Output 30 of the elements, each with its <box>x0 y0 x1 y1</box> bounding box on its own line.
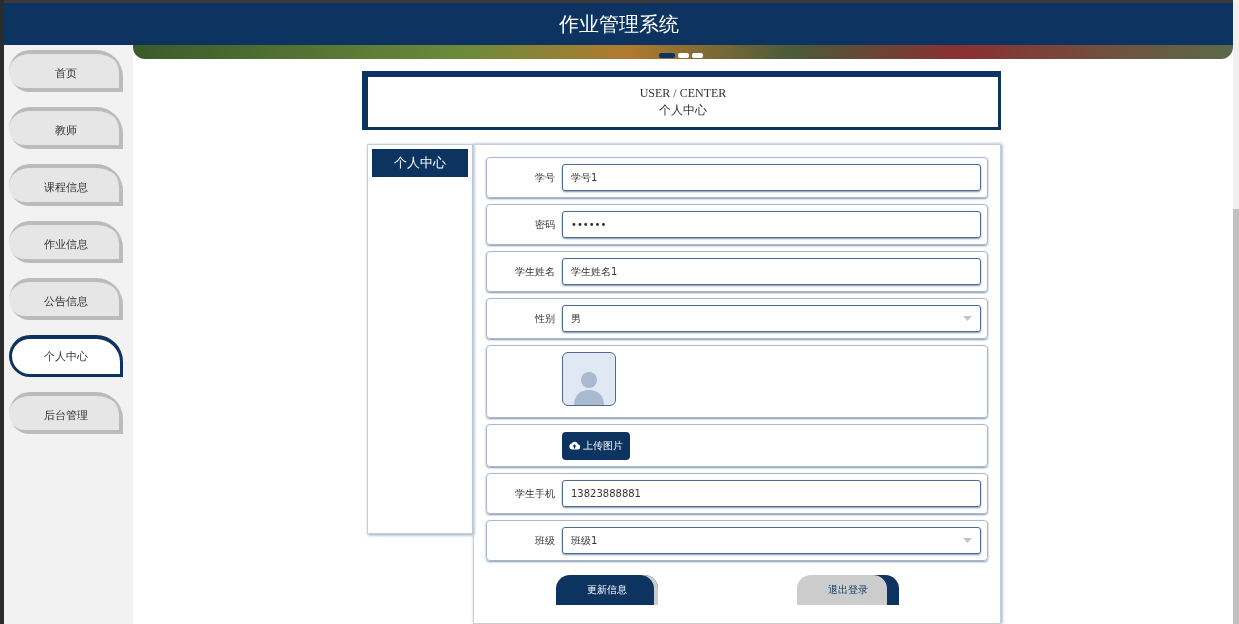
field-label: 学号 <box>534 170 555 185</box>
select-field[interactable]: 班级1 <box>562 527 981 554</box>
sidebar-item[interactable]: 个人中心 <box>9 335 123 377</box>
select-field[interactable]: 男 <box>562 305 981 332</box>
upload-button[interactable]: 上传图片 <box>562 431 630 460</box>
page-title-english: USER / CENTER <box>639 85 727 102</box>
avatar-photo-placeholder <box>562 352 616 406</box>
input-field[interactable]: 学号1 <box>562 164 981 191</box>
cloud-upload-icon <box>569 441 580 450</box>
action-button[interactable]: 退出登录 <box>796 575 899 605</box>
field-label: 学生姓名 <box>514 264 555 279</box>
caret-icon <box>963 538 972 543</box>
sidebar-item[interactable]: 后台管理 <box>9 392 123 434</box>
page-title-chinese: 个人中心 <box>659 102 707 119</box>
action-button[interactable]: 更新信息 <box>555 575 658 605</box>
site-title: 作业管理系统 <box>558 10 679 38</box>
input-field[interactable]: 学生姓名1 <box>562 258 981 285</box>
tab[interactable]: 个人中心 <box>372 149 468 177</box>
input-field[interactable]: •••••• <box>562 211 981 238</box>
sidebar-item[interactable]: 公告信息 <box>9 278 123 320</box>
field-label: 性别 <box>534 311 555 326</box>
caret-icon <box>963 316 972 321</box>
sidebar-item[interactable]: 首页 <box>9 50 123 92</box>
sidebar-item[interactable]: 作业信息 <box>9 221 123 263</box>
field-label: 学生手机 <box>514 486 555 501</box>
field-label: 密码 <box>534 217 555 232</box>
field-label: 班级 <box>534 533 555 548</box>
sidebar-item[interactable]: 教师 <box>9 107 123 149</box>
input-field[interactable]: 13823888881 <box>562 480 981 507</box>
sidebar-item[interactable]: 课程信息 <box>9 164 123 206</box>
